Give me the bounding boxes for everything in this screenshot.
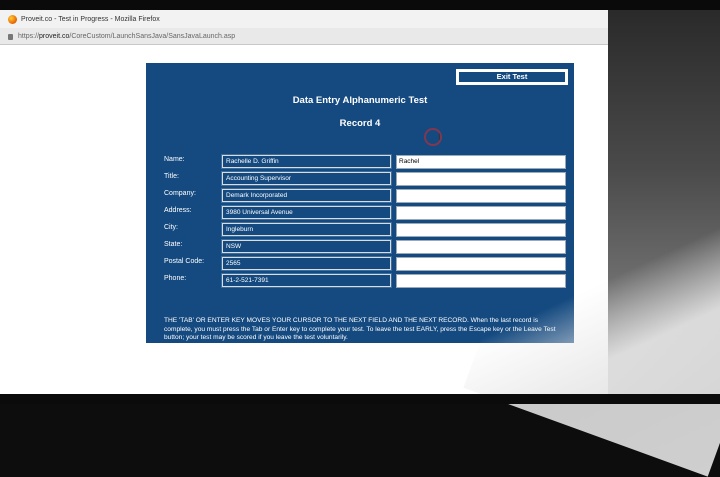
exit-test-button[interactable]: Exit Test (455, 68, 569, 86)
source-value: Ingleburn (222, 223, 391, 236)
entry-input[interactable]: Rachel (396, 155, 566, 169)
top-frame-border (0, 0, 720, 10)
record-title: Record 4 (339, 118, 381, 129)
field-label: Company: (164, 190, 196, 197)
source-value: NSW (222, 240, 391, 253)
source-value: 3980 Universal Avenue (222, 206, 391, 219)
field-label: Postal Code: (164, 258, 205, 265)
source-value: 61-2-521-7391 (222, 274, 391, 287)
row-city: City: Ingleburn (164, 223, 570, 237)
field-label: Address: (164, 207, 192, 214)
row-title: Title: Accounting Supervisor (164, 172, 570, 186)
test-title: Data Entry Alphanumeric Test (292, 95, 428, 106)
field-label: Phone: (164, 275, 187, 282)
row-state: State: NSW (164, 240, 570, 254)
source-value: Rachelle D. Griffin (222, 155, 391, 168)
window-title: Proveit.co - Test in Progress - Mozilla … (21, 15, 160, 23)
address-bar[interactable]: https://proveit.co/CoreCustom/LaunchSans… (0, 28, 610, 45)
source-value: Demark Incorporated (222, 189, 391, 202)
entry-input[interactable] (396, 189, 566, 203)
source-value: Accounting Supervisor (222, 172, 391, 185)
field-label: Title: (164, 173, 179, 180)
url-path: /CoreCustom/LaunchSansJava/SansJavaLaunc… (69, 32, 236, 40)
url-host: proveit.co (39, 32, 70, 40)
bottom-frame-border (0, 394, 720, 404)
entry-input[interactable] (396, 172, 566, 186)
lock-icon (8, 34, 13, 40)
url-prefix: https:// (18, 32, 40, 40)
text-cursor-icon: I (438, 133, 441, 143)
firefox-logo-icon (8, 14, 17, 24)
window-titlebar: Proveit.co - Test in Progress - Mozilla … (0, 10, 610, 28)
source-value: 2565 (222, 257, 391, 270)
field-label: Name: (164, 156, 185, 163)
row-company: Company: Demark Incorporated (164, 189, 570, 203)
row-address: Address: 3980 Universal Avenue (164, 206, 570, 220)
row-name: Name: Rachelle D. Griffin Rachel (164, 155, 570, 169)
field-label: State: (164, 241, 183, 248)
field-label: City: (164, 224, 178, 231)
